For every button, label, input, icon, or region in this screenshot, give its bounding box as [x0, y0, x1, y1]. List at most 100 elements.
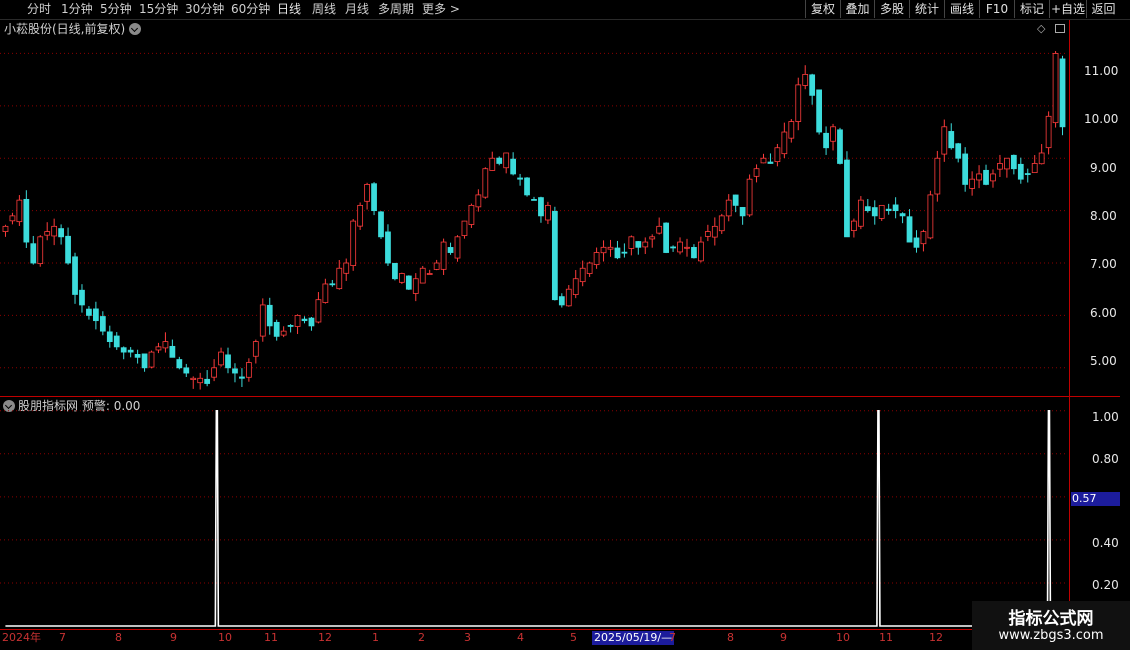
- candle-body: [357, 204, 364, 227]
- candle-body: [398, 273, 405, 283]
- candle-body: [454, 236, 461, 259]
- period-tab-30min[interactable]: 30分钟: [185, 1, 224, 18]
- candle-body: [913, 237, 920, 248]
- candle-body: [343, 262, 350, 274]
- candle-body: [218, 351, 224, 366]
- draw-line-button[interactable]: 画线: [944, 0, 979, 18]
- candle-body: [670, 246, 676, 249]
- candle-body: [294, 315, 301, 327]
- candle-body: [245, 362, 252, 378]
- candle-body: [781, 131, 788, 155]
- candle-body: [58, 228, 64, 238]
- statistics-button[interactable]: 统计: [909, 0, 944, 18]
- candle-body: [1038, 152, 1045, 165]
- candle-body: [698, 241, 704, 262]
- candle-body: [531, 199, 537, 201]
- candle-body: [1059, 58, 1066, 128]
- period-tab-daily[interactable]: 日线: [277, 1, 301, 18]
- candle-body: [419, 267, 426, 284]
- add-watchlist-button[interactable]: +自选: [1049, 0, 1086, 18]
- x-label: 11: [879, 631, 893, 644]
- candle-body: [489, 157, 496, 171]
- price-chart[interactable]: [0, 0, 1130, 650]
- candle-body: [538, 197, 544, 217]
- stock-title: 小菘股份(日线,前复权): [4, 22, 126, 36]
- x-label: 1: [372, 631, 379, 644]
- indicator-series-label: 预警: 0.00: [81, 399, 141, 413]
- candle-body: [635, 241, 642, 248]
- x-label: 5: [570, 631, 577, 644]
- x-axis-cursor-date: 2025/05/19/—: [592, 631, 675, 645]
- candle-body: [510, 158, 517, 175]
- candle-body: [586, 262, 593, 274]
- price-axis-divider: [1069, 20, 1070, 630]
- candle-body: [899, 213, 906, 217]
- candle-body: [65, 235, 71, 264]
- candle-body: [350, 220, 357, 267]
- candle-body: [517, 177, 523, 180]
- candle-body: [746, 178, 753, 216]
- candle-body: [120, 347, 127, 353]
- candle-body: [503, 152, 510, 169]
- candle-body: [997, 163, 1003, 170]
- candle-body: [788, 121, 795, 139]
- chevron-down-icon[interactable]: [129, 23, 142, 35]
- period-tab-weekly[interactable]: 周线: [312, 1, 336, 18]
- candle-body: [892, 204, 899, 212]
- candlestick-series: [2, 51, 1066, 390]
- candle-body: [962, 153, 969, 185]
- candle-body: [211, 367, 217, 378]
- candle-body: [691, 247, 697, 259]
- candle-body: [93, 308, 99, 322]
- candle-body: [30, 243, 37, 264]
- candle-body: [99, 316, 106, 332]
- f10-button[interactable]: F10: [979, 0, 1014, 18]
- candle-body: [113, 335, 120, 348]
- candle-body: [677, 241, 683, 253]
- multi-stock-button[interactable]: 多股: [874, 0, 909, 18]
- candle-body: [1004, 157, 1010, 170]
- y-tick-6: 6.00: [1090, 306, 1117, 320]
- period-tab-fenshi[interactable]: 分时: [27, 1, 51, 18]
- candle-body: [558, 296, 565, 306]
- candle-body: [162, 341, 169, 349]
- candle-body: [364, 184, 370, 202]
- y-tick-8: 8.00: [1090, 209, 1117, 223]
- window-toggle-icon[interactable]: [1055, 24, 1065, 33]
- diamond-icon[interactable]: ◇: [1037, 22, 1045, 35]
- candle-body: [315, 299, 322, 323]
- candle-body: [190, 377, 197, 380]
- candle-body: [301, 318, 308, 322]
- period-tab-1min[interactable]: 1分钟: [61, 1, 93, 18]
- candle-body: [475, 194, 482, 208]
- overlay-button[interactable]: 叠加: [840, 0, 874, 18]
- period-tab-multi[interactable]: 多周期: [378, 1, 414, 18]
- candle-body: [259, 304, 266, 337]
- y-tick-9: 9.00: [1090, 161, 1117, 175]
- candle-body: [392, 262, 398, 280]
- candle-body: [593, 252, 600, 266]
- y-tick-5: 5.00: [1090, 354, 1117, 368]
- mark-button[interactable]: 标记: [1014, 0, 1049, 18]
- alert-line: [5, 409, 1063, 627]
- period-tab-monthly[interactable]: 月线: [345, 1, 369, 18]
- period-tab-more[interactable]: 更多 >: [422, 1, 460, 18]
- candle-body: [23, 198, 30, 243]
- candle-body: [287, 325, 294, 327]
- period-tab-60min[interactable]: 60分钟: [231, 1, 270, 18]
- fuquan-button[interactable]: 复权: [805, 0, 840, 18]
- period-tab-5min[interactable]: 5分钟: [100, 1, 132, 18]
- candle-body: [955, 143, 962, 159]
- x-label: 10: [836, 631, 850, 644]
- candle-body: [204, 378, 211, 384]
- candle-body: [197, 377, 204, 384]
- y-tick-7: 7.00: [1090, 257, 1117, 271]
- period-tab-15min[interactable]: 15分钟: [139, 1, 178, 18]
- chevron-down-icon[interactable]: [3, 400, 15, 412]
- candle-body: [579, 267, 586, 283]
- candle-body: [711, 225, 718, 238]
- candle-body: [225, 354, 231, 369]
- candle-body: [496, 157, 503, 164]
- candle-body: [433, 262, 440, 270]
- back-button[interactable]: 返回: [1086, 0, 1120, 18]
